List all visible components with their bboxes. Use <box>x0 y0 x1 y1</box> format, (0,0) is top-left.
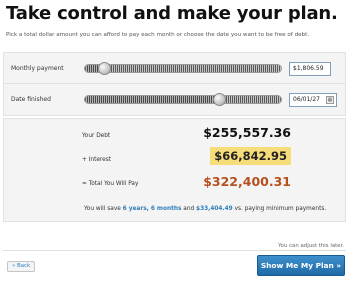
payoff-summary: Your Debt $255,557.36 + Interest $66,842… <box>3 118 346 222</box>
monthly-payment-label: Monthly payment <box>11 65 64 72</box>
date-finished-row: Date finished 06/01/27 ▦ <box>3 84 346 116</box>
date-finished-slider-fill <box>85 96 220 103</box>
savings-suffix: vs. paying minimum payments. <box>234 206 327 212</box>
back-button[interactable]: « Back <box>7 261 36 272</box>
adjust-note: You can adjust this later. <box>278 243 344 249</box>
savings-time: 6 years, 6 months <box>122 206 182 212</box>
monthly-payment-slider-rest <box>102 65 281 72</box>
total-amount: $322,400.31 <box>203 174 291 189</box>
interest-label: + Interest <box>82 157 112 163</box>
date-finished-label: Date finished <box>11 96 51 103</box>
monthly-payment-slider[interactable] <box>84 64 282 73</box>
date-finished-slider-rest <box>217 96 281 103</box>
show-my-plan-button[interactable]: Show Me My Plan » <box>257 255 345 276</box>
monthly-payment-row: Monthly payment $1,806.59 <box>3 52 346 84</box>
footer-divider <box>3 250 346 251</box>
date-finished-slider-thumb[interactable] <box>212 93 226 106</box>
monthly-payment-input[interactable]: $1,806.59 <box>289 62 331 76</box>
total-label: = Total You Will Pay <box>82 181 139 187</box>
page-title: Take control and make your plan. <box>6 3 338 24</box>
debt-amount: $255,557.36 <box>203 125 291 140</box>
date-finished-value: 06/01/27 <box>293 96 320 103</box>
savings-and: and <box>183 206 195 212</box>
savings-prefix: You will save <box>84 206 121 212</box>
page-subtitle: Pick a total dollar amount you can affor… <box>6 32 310 38</box>
monthly-payment-slider-thumb[interactable] <box>97 62 111 75</box>
date-finished-input[interactable]: 06/01/27 ▦ <box>289 93 337 107</box>
interest-amount: $66,842.95 <box>210 147 291 165</box>
debt-label: Your Debt <box>82 133 111 139</box>
savings-message: You will save 6 years, 6 months and $33,… <box>84 206 326 212</box>
date-finished-slider[interactable] <box>84 95 282 104</box>
calendar-icon[interactable]: ▦ <box>326 96 334 104</box>
savings-money: $33,404.49 <box>196 206 233 212</box>
